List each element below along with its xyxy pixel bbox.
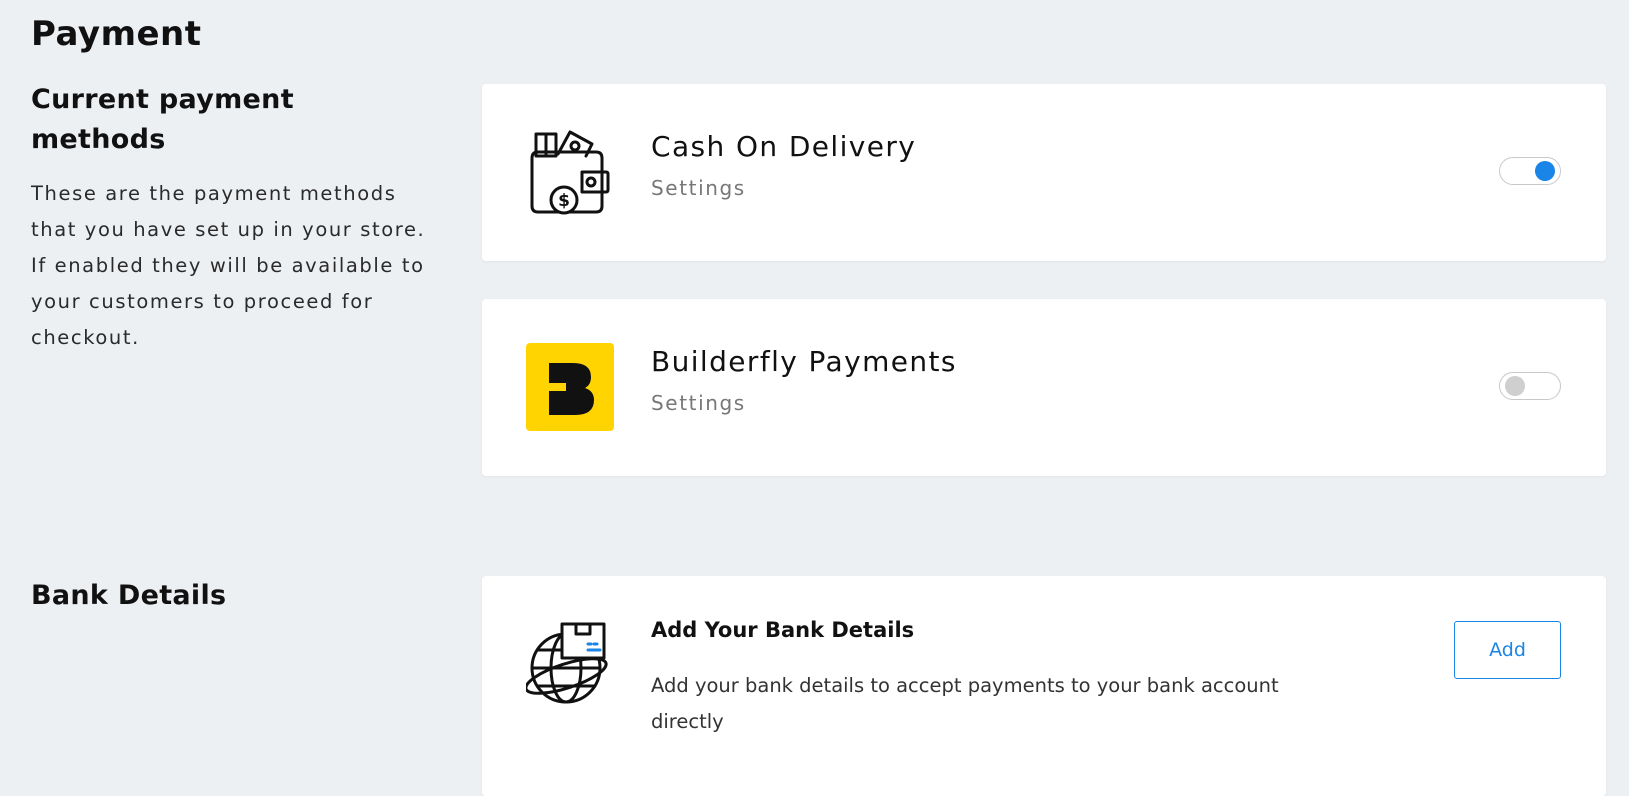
bank-card-description: Add your bank details to accept payments… (651, 674, 1279, 733)
toggle-knob (1535, 161, 1555, 181)
builderfly-logo (526, 343, 614, 431)
payment-method-card-builderfly: Builderfly Payments Settings (482, 299, 1606, 476)
bank-details-card: Add Your Bank Details Add your bank deta… (482, 576, 1606, 796)
wallet-cash-icon: $ (526, 128, 614, 216)
method-name-builderfly: Builderfly Payments (651, 345, 957, 378)
payment-section-description: These are the payment methods that you h… (31, 182, 426, 349)
svg-text:$: $ (558, 191, 570, 211)
settings-link-builderfly[interactable]: Settings (651, 391, 746, 415)
settings-link-cod[interactable]: Settings (651, 176, 746, 200)
toggle-knob (1505, 376, 1525, 396)
bank-card-title: Add Your Bank Details (651, 618, 915, 642)
payment-method-card-cod: $ Cash On Delivery Settings (482, 84, 1606, 261)
page-title: Payment (31, 14, 202, 54)
method-name-cod: Cash On Delivery (651, 130, 917, 163)
globe-delivery-icon (524, 620, 614, 708)
add-bank-details-button[interactable]: Add (1454, 621, 1561, 679)
payment-section-heading: Current payment methods (31, 84, 294, 155)
bank-section-heading: Bank Details (31, 580, 227, 611)
toggle-builderfly[interactable] (1499, 372, 1561, 400)
toggle-cod[interactable] (1499, 157, 1561, 185)
